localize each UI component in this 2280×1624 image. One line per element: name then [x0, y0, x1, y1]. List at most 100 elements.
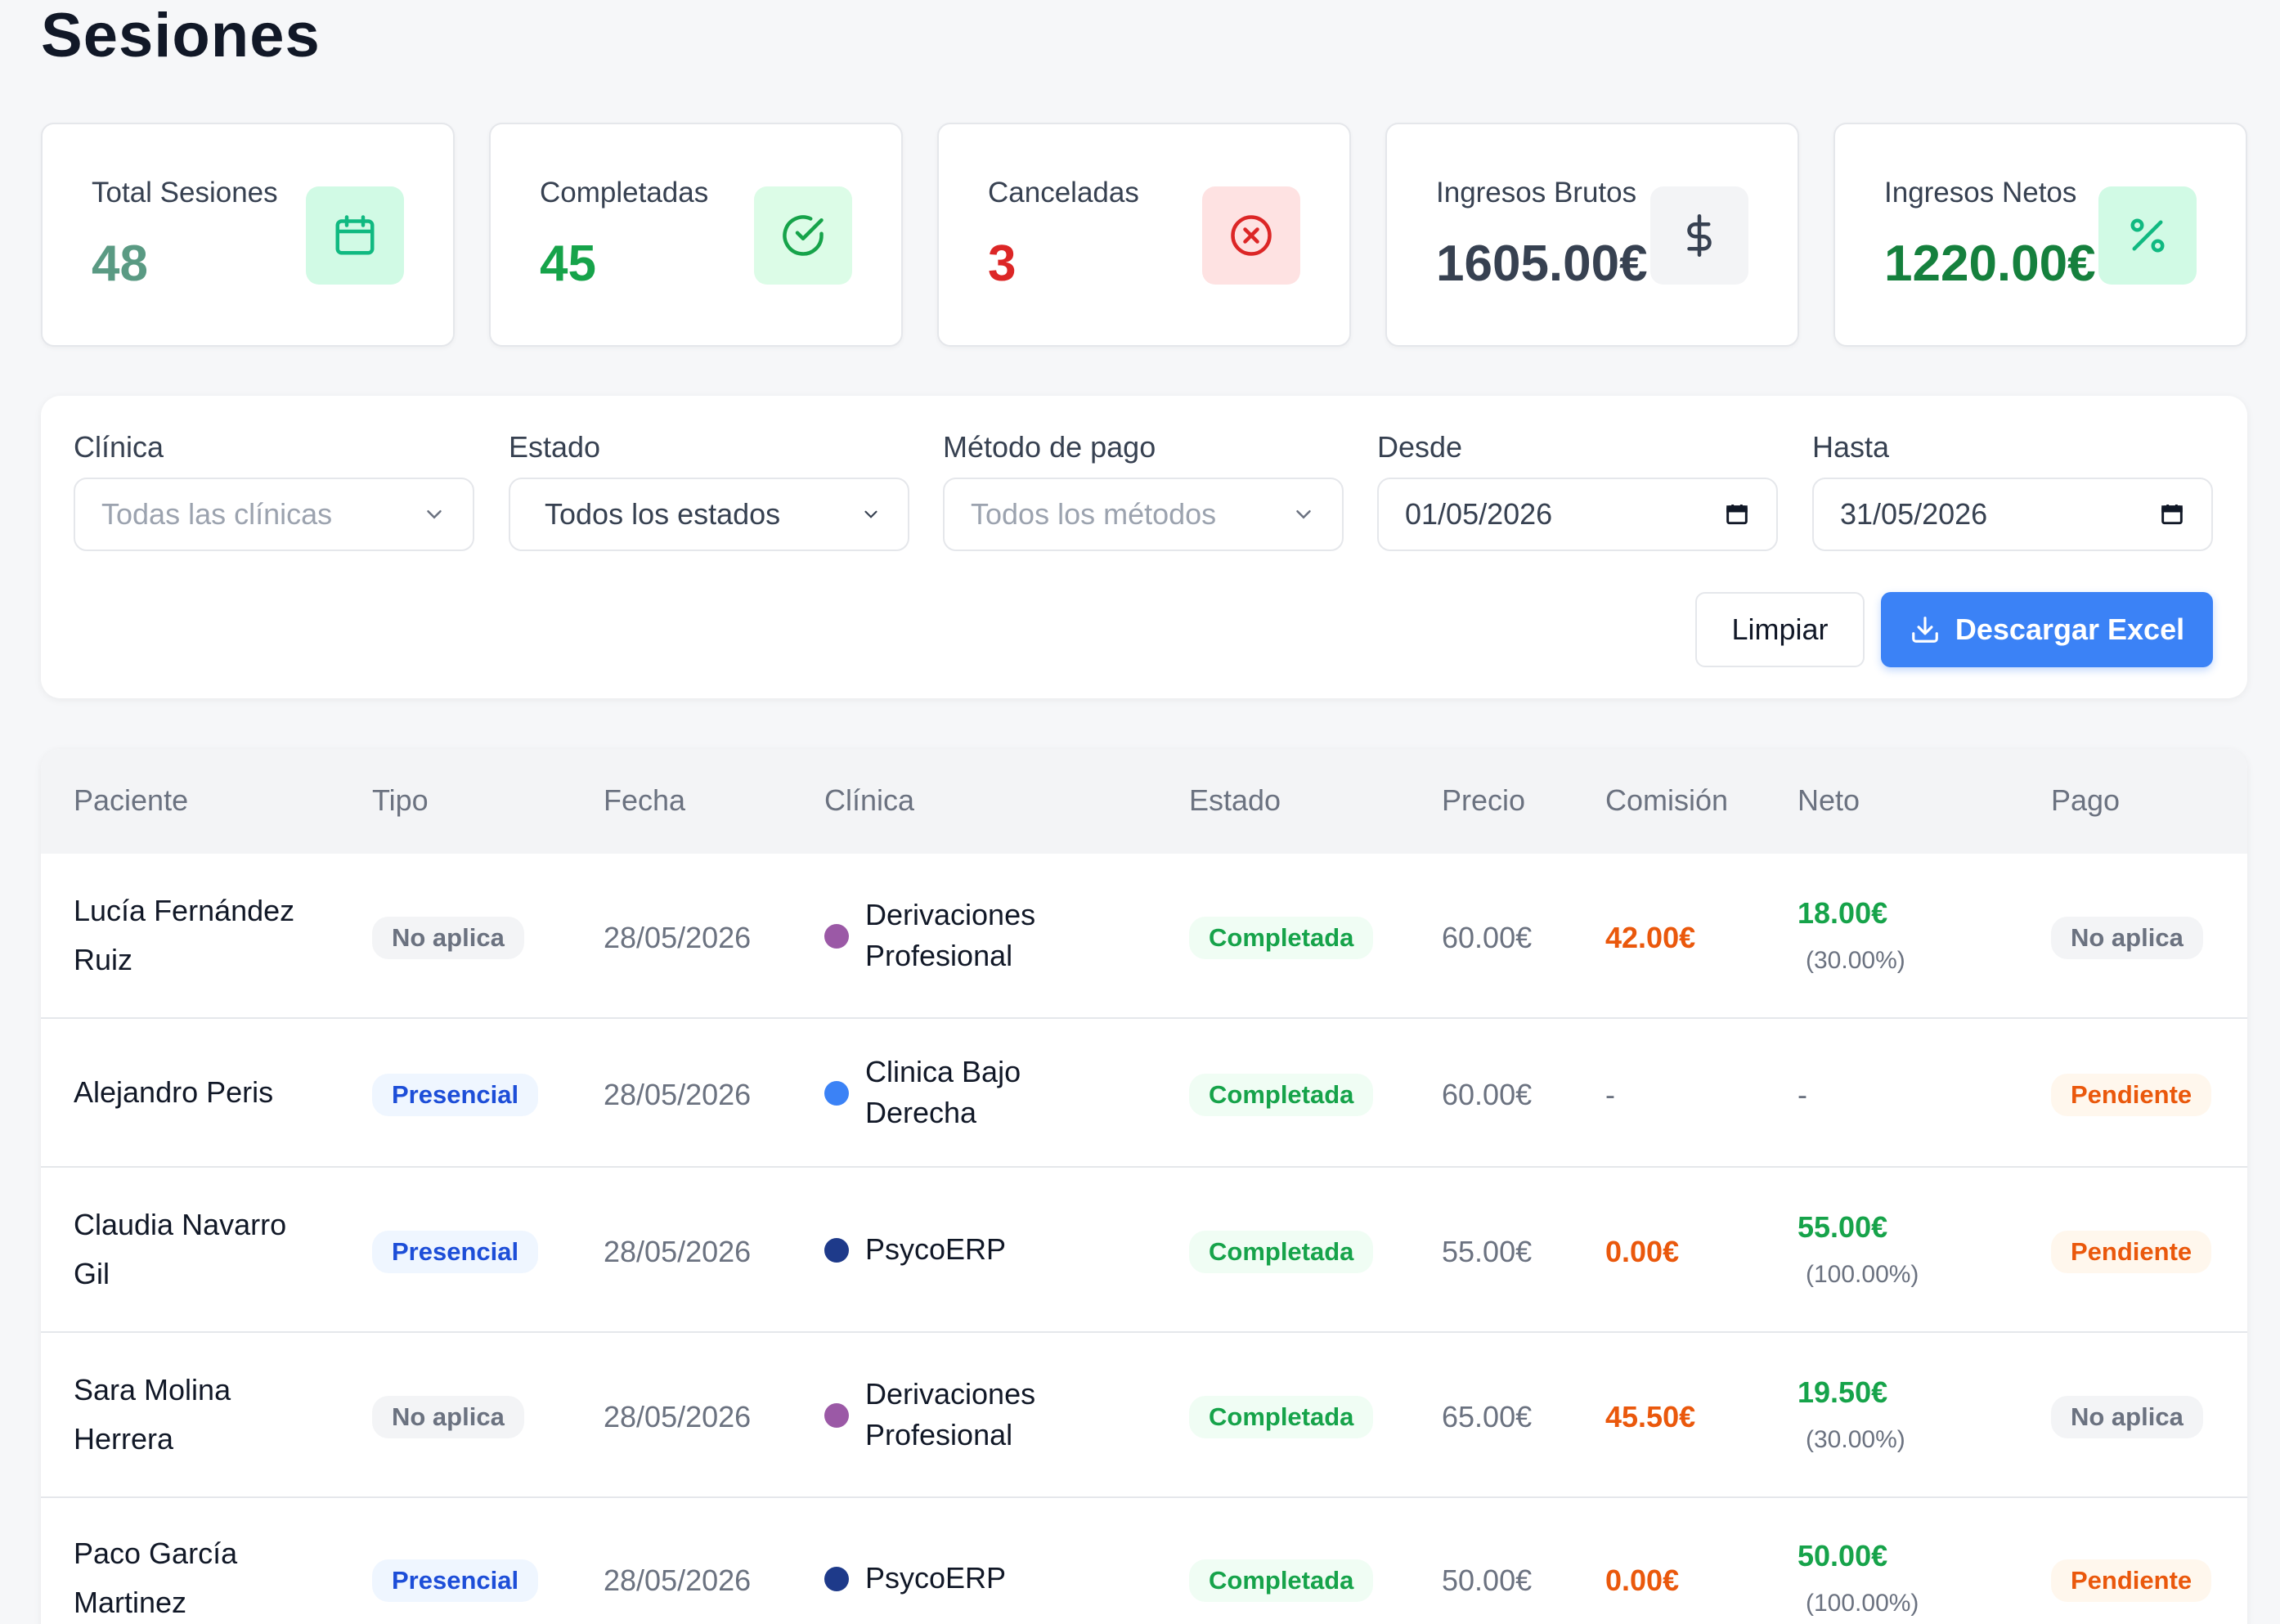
table-row[interactable]: Claudia Navarro Gil Presencial 28/05/202…: [41, 1168, 2247, 1333]
clinic-color-dot: [824, 1567, 849, 1591]
chevron-down-icon: [1296, 510, 1311, 519]
download-excel-button[interactable]: Descargar Excel: [1881, 592, 2213, 667]
header-precio[interactable]: Precio: [1442, 783, 1525, 818]
download-icon: [1912, 617, 1938, 643]
status-badge: Completada: [1189, 1074, 1374, 1116]
clinic-color-dot: [824, 1081, 849, 1106]
stat-label: Canceladas: [988, 177, 1139, 209]
stat-value: 3: [988, 236, 1017, 292]
clinic-name-line: PsycoERP: [865, 1232, 1007, 1266]
clinic-color-dot: [824, 1403, 849, 1428]
filter-metodo: Método de pago Todos los métodos: [943, 430, 1344, 551]
price: 65.00€: [1442, 1400, 1533, 1433]
clinica-select[interactable]: Todas las clínicas: [74, 478, 474, 551]
header-estado[interactable]: Estado: [1189, 783, 1281, 818]
page: Sesiones Total Sesiones 48 Completadas 4…: [0, 0, 2280, 1624]
estado-select[interactable]: Todos los estados: [509, 478, 909, 551]
clinic-name-line: Profesional: [865, 1418, 1013, 1451]
filter-estado: Estado Todos los estados: [509, 430, 909, 551]
header-paciente[interactable]: Paciente: [74, 783, 188, 818]
calendar-icon[interactable]: [2159, 501, 2185, 527]
net-percent: (30.00%): [1806, 947, 1905, 974]
status-badge: Completada: [1189, 917, 1374, 959]
header-clinica[interactable]: Clínica: [824, 783, 914, 818]
hasta-date-input[interactable]: 31/05/2026: [1812, 478, 2213, 551]
clinic-name-line: PsycoERP: [865, 1561, 1007, 1595]
calendar-icon[interactable]: [1724, 501, 1750, 527]
price: 60.00€: [1442, 1078, 1533, 1111]
payment-badge: Pendiente: [2051, 1231, 2212, 1273]
stat-card-completed: Completadas 45: [489, 123, 903, 347]
patient-name: Sara Molina Herrera: [74, 1366, 335, 1464]
tipo-badge: Presencial: [372, 1074, 539, 1116]
price: 60.00€: [1442, 921, 1533, 954]
header-pago[interactable]: Pago: [2051, 783, 2120, 818]
clear-button[interactable]: Limpiar: [1695, 592, 1865, 667]
stat-value: 45: [540, 236, 596, 292]
percent-icon: [2098, 186, 2197, 285]
filter-hasta: Hasta 31/05/2026: [1812, 430, 2213, 551]
clinic-name-line: Derivaciones: [865, 898, 1036, 931]
tipo-badge: Presencial: [372, 1231, 539, 1273]
filter-label: Clínica: [74, 430, 164, 464]
patient-name: Alejandro Peris: [74, 1068, 335, 1117]
stat-card-net: Ingresos Netos 1220.00€: [1833, 123, 2247, 347]
net-percent: (100.00%): [1806, 1261, 1919, 1288]
patient-name-line: Martinez: [74, 1586, 187, 1619]
session-date: 28/05/2026: [604, 1235, 752, 1268]
table-row[interactable]: Sara Molina Herrera No aplica 28/05/2026…: [41, 1333, 2247, 1498]
sessions-table: Paciente Tipo Fecha Clínica Estado Preci…: [41, 749, 2247, 1624]
tipo-badge: Presencial: [372, 1559, 539, 1602]
header-neto[interactable]: Neto: [1798, 783, 1860, 818]
filter-label: Estado: [509, 430, 601, 464]
patient-name-line: Paco García: [74, 1537, 238, 1570]
clinic-name: Derivaciones Profesional: [865, 1374, 1111, 1456]
tipo-badge: No aplica: [372, 917, 524, 959]
clinic-color-dot: [824, 924, 849, 949]
date-value: 01/05/2026: [1405, 497, 1553, 531]
filter-label: Desde: [1377, 430, 1463, 464]
stats-row: Total Sesiones 48 Completadas 45 Cancela…: [41, 123, 2247, 347]
session-date: 28/05/2026: [604, 1563, 752, 1597]
clinic-name: PsycoERP: [865, 1229, 1111, 1270]
patient-name-line: Claudia Navarro: [74, 1208, 287, 1241]
commission: 0.00€: [1605, 1563, 1680, 1597]
patient-name: Paco García Martinez: [74, 1529, 335, 1624]
select-placeholder: Todos los métodos: [971, 497, 1217, 531]
payment-badge: No aplica: [2051, 917, 2203, 959]
header-fecha[interactable]: Fecha: [604, 783, 685, 818]
clinic-name-line: Clinica Bajo: [865, 1055, 1021, 1088]
stat-value: 1605.00€: [1436, 236, 1648, 292]
page-title: Sesiones: [41, 1, 321, 70]
stat-value: 1220.00€: [1884, 236, 2096, 292]
clinic-color-dot: [824, 1238, 849, 1263]
filter-desde: Desde 01/05/2026: [1377, 430, 1778, 551]
header-tipo[interactable]: Tipo: [372, 783, 429, 818]
filters-panel: Clínica Todas las clínicas Estado Todos …: [41, 396, 2247, 698]
patient-name-line: Gil: [74, 1257, 110, 1290]
status-badge: Completada: [1189, 1396, 1374, 1438]
net-amount: 19.50€: [1798, 1375, 1888, 1409]
payment-badge: Pendiente: [2051, 1074, 2212, 1116]
table-row[interactable]: Lucía Fernández Ruiz No aplica 28/05/202…: [41, 854, 2247, 1019]
date-value: 31/05/2026: [1840, 497, 1988, 531]
filter-label: Método de pago: [943, 430, 1156, 464]
status-badge: Completada: [1189, 1231, 1374, 1273]
metodo-select[interactable]: Todos los métodos: [943, 478, 1344, 551]
payment-badge: No aplica: [2051, 1396, 2203, 1438]
check-circle-icon: [754, 186, 852, 285]
select-value: Todos los estados: [545, 497, 781, 531]
tipo-badge: No aplica: [372, 1396, 524, 1438]
header-comision[interactable]: Comisión: [1605, 783, 1728, 818]
table-row[interactable]: Alejandro Peris Presencial 28/05/2026 Cl…: [41, 1019, 2247, 1168]
net-percent: (30.00%): [1806, 1426, 1905, 1453]
net-amount: 55.00€: [1798, 1210, 1888, 1244]
net-amount: -: [1798, 1078, 1807, 1111]
stat-card-cancelled: Canceladas 3: [937, 123, 1351, 347]
table-row[interactable]: Paco García Martinez Presencial 28/05/20…: [41, 1498, 2247, 1624]
patient-name-line: Ruiz: [74, 943, 133, 976]
desde-date-input[interactable]: 01/05/2026: [1377, 478, 1778, 551]
session-date: 28/05/2026: [604, 921, 752, 954]
select-placeholder: Todas las clínicas: [101, 497, 333, 531]
stat-label: Completadas: [540, 177, 709, 209]
